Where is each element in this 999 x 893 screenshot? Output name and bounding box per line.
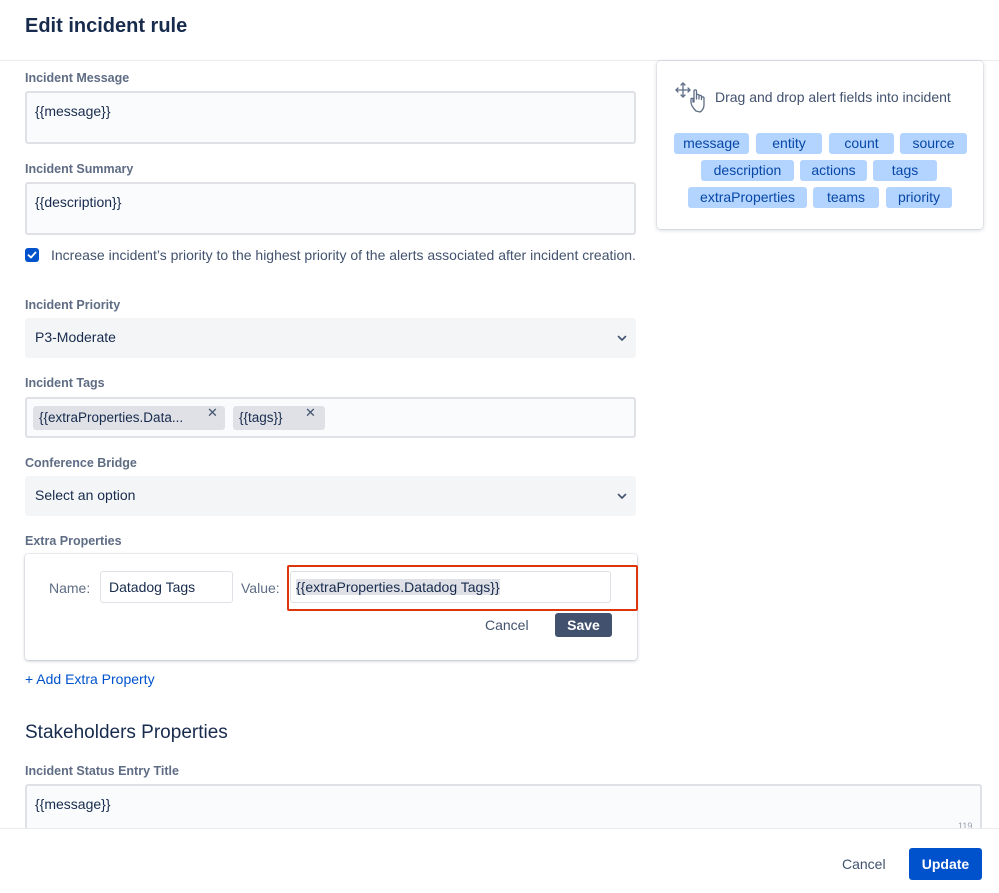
incident-tags-field[interactable]: {{extraProperties.Data... ✕ {{tags}} ✕ (25, 397, 636, 438)
incident-tags-label: Incident Tags (25, 376, 105, 390)
alert-fields-panel: Drag and drop alert fields into incident… (657, 61, 983, 229)
drag-drop-instruction: Drag and drop alert fields into incident (715, 89, 951, 105)
field-chip-priority[interactable]: priority (886, 187, 952, 208)
property-name-input[interactable]: Datadog Tags (100, 571, 233, 603)
update-button[interactable]: Update (909, 848, 982, 880)
field-chip-description[interactable]: description (701, 160, 794, 181)
drag-hand-icon (675, 82, 705, 113)
page-title: Edit incident rule (25, 15, 188, 37)
increase-priority-checkbox[interactable] (25, 248, 39, 262)
incident-message-value: {{message}} (35, 103, 111, 119)
extra-properties-label: Extra Properties (25, 534, 122, 548)
tag-chip: {{extraProperties.Data... (33, 406, 225, 430)
field-chip-count[interactable]: count (829, 133, 894, 154)
field-chip-source[interactable]: source (900, 133, 967, 154)
field-chip-teams[interactable]: teams (813, 187, 879, 208)
field-chip-extraproperties[interactable]: extraProperties (688, 187, 807, 208)
status-entry-title-label: Incident Status Entry Title (25, 764, 179, 778)
field-chip-tags[interactable]: tags (873, 160, 937, 181)
property-cancel-button[interactable]: Cancel (485, 617, 529, 633)
conference-bridge-label: Conference Bridge (25, 456, 137, 470)
conference-bridge-placeholder: Select an option (35, 487, 136, 503)
remove-tag-icon[interactable]: ✕ (207, 405, 218, 421)
property-value-label: Value: (241, 580, 280, 596)
cancel-button[interactable]: Cancel (842, 856, 886, 872)
incident-priority-label: Incident Priority (25, 298, 121, 312)
property-name-label: Name: (49, 580, 91, 596)
property-save-button[interactable]: Save (555, 613, 612, 637)
modal-header: Edit incident rule (0, 0, 999, 61)
increase-priority-label: Increase incident’s priority to the high… (51, 247, 636, 263)
chevron-down-icon (617, 335, 627, 341)
field-chip-message[interactable]: message (674, 133, 749, 154)
checkmark-icon (27, 251, 37, 259)
incident-summary-value: {{description}} (35, 194, 122, 210)
chevron-down-icon (617, 493, 627, 499)
field-chip-entity[interactable]: entity (756, 133, 822, 154)
property-name-value: Datadog Tags (109, 579, 196, 595)
incident-message-label: Incident Message (25, 71, 130, 85)
highlight-annotation (287, 565, 638, 611)
conference-bridge-select[interactable]: Select an option (25, 476, 636, 516)
stakeholders-section-title: Stakeholders Properties (25, 722, 228, 743)
incident-message-field[interactable]: {{message}} (25, 91, 636, 144)
status-entry-title-value: {{message}} (35, 796, 111, 812)
remove-tag-icon[interactable]: ✕ (305, 405, 316, 421)
incident-summary-label: Incident Summary (25, 162, 134, 176)
tag-chip-label: {{tags}} (239, 410, 283, 425)
incident-priority-value: P3-Moderate (35, 329, 116, 345)
add-extra-property-link[interactable]: + Add Extra Property (25, 671, 155, 687)
field-chip-actions[interactable]: actions (800, 160, 867, 181)
incident-summary-field[interactable]: {{description}} (25, 182, 636, 235)
incident-priority-select[interactable]: P3-Moderate (25, 318, 636, 358)
tag-chip-label: {{extraProperties.Data... (39, 410, 184, 425)
